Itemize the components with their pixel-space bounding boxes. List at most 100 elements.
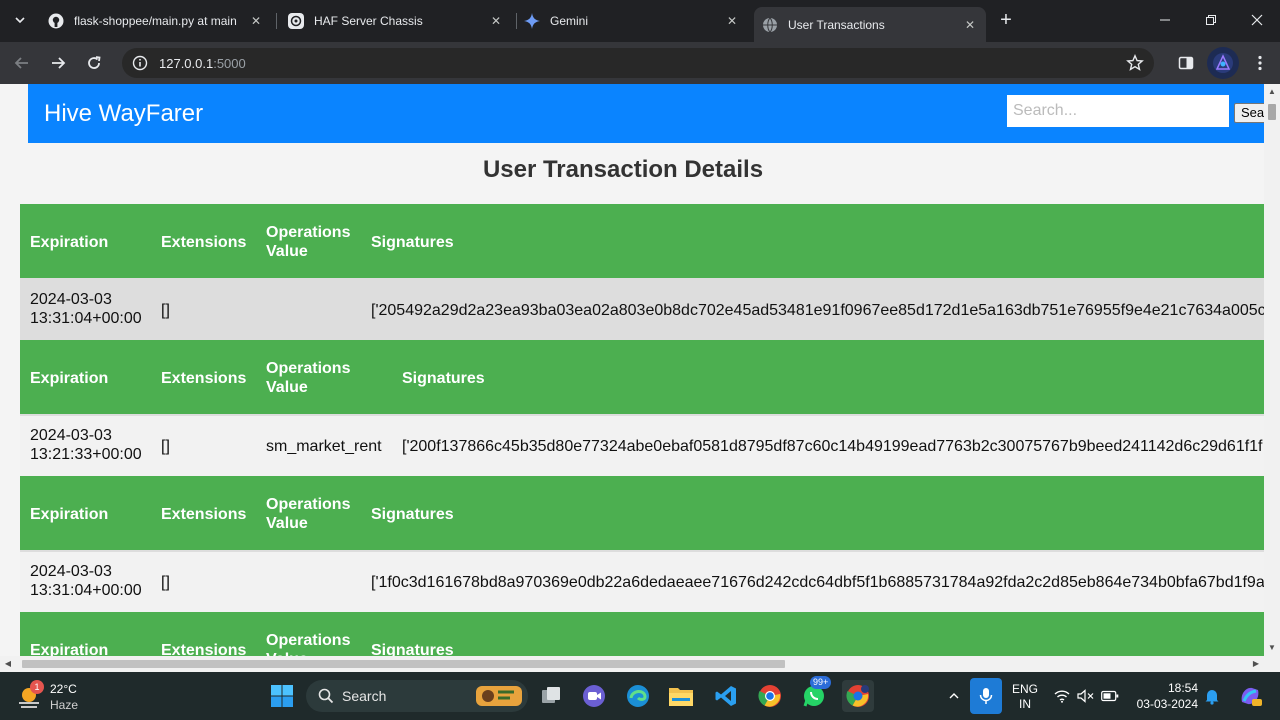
reload-icon <box>88 56 101 69</box>
address-bar[interactable]: 127.0.0.1:5000 <box>122 48 1154 78</box>
avatar-icon <box>1213 53 1233 73</box>
search-input[interactable] <box>1007 95 1229 127</box>
close-icon[interactable]: ✕ <box>248 13 264 29</box>
profile-avatar[interactable] <box>1207 47 1239 79</box>
taskbar-app-teams[interactable] <box>578 680 610 712</box>
reload-button[interactable] <box>80 49 108 77</box>
menu-button[interactable] <box>1246 49 1274 77</box>
chatgpt-icon <box>288 13 304 29</box>
restore-button[interactable] <box>1188 0 1234 40</box>
tab-strip: flask-shoppee/main.py at main ✕ HAF Serv… <box>0 0 1280 42</box>
tab-title: User Transactions <box>788 17 885 32</box>
table-row: 2024-03-03 13:31:04+00:00 [] ['1f0c3d161… <box>20 552 1264 612</box>
close-window-button[interactable] <box>1234 0 1280 40</box>
tab-haf-server[interactable]: HAF Server Chassis ✕ <box>280 7 512 35</box>
github-icon <box>48 13 64 29</box>
scroll-left-arrow-icon[interactable]: ◀ <box>4 660 12 668</box>
search-label: Search <box>342 688 387 704</box>
table-header-row: Expiration Extensions Operations Value S… <box>20 476 1264 552</box>
header-operations-value: Value <box>266 379 308 396</box>
header-expiration: Expiration <box>30 234 109 251</box>
browser-toolbar: 127.0.0.1:5000 <box>0 42 1280 84</box>
close-icon[interactable]: ✕ <box>962 17 978 33</box>
search-highlight-icon <box>476 686 522 706</box>
battery-icon <box>1101 690 1119 702</box>
tab-search-button[interactable] <box>8 8 32 32</box>
copilot-button[interactable] <box>1234 680 1266 712</box>
weather-temperature: 22°C <box>50 682 77 696</box>
header-expiration: Expiration <box>30 370 109 387</box>
notifications-button[interactable] <box>1196 680 1228 712</box>
edge-icon <box>627 685 649 707</box>
url-text: 127.0.0.1:5000 <box>159 56 246 71</box>
microphone-button[interactable] <box>970 678 1002 714</box>
show-hidden-icons-button[interactable] <box>938 680 970 712</box>
cell-expiration-date: 2024-03-03 <box>30 563 112 580</box>
meet-video-icon <box>583 685 605 707</box>
horizontal-scrollbar[interactable]: ◀ ▶ <box>0 656 1280 672</box>
wifi-icon <box>1054 690 1070 703</box>
globe-icon <box>762 17 778 33</box>
language-indicator[interactable]: ENG IN <box>1012 682 1038 712</box>
taskbar-app-file-explorer[interactable] <box>665 680 697 712</box>
taskbar-app-edge[interactable] <box>622 680 654 712</box>
battery-status[interactable] <box>1094 680 1126 712</box>
taskbar-app-chrome-active[interactable] <box>842 680 874 712</box>
notification-badge: 1 <box>30 680 44 694</box>
minimize-button[interactable] <box>1142 0 1188 40</box>
cell-expiration-time: 13:31:04+00:00 <box>30 582 142 599</box>
vertical-scroll-thumb[interactable] <box>1268 104 1276 120</box>
taskbar-search[interactable]: Search <box>306 680 528 712</box>
tab-divider <box>276 13 277 29</box>
start-button[interactable] <box>266 680 298 712</box>
scroll-down-arrow-icon[interactable]: ▼ <box>1268 644 1276 652</box>
taskbar-app-whatsapp[interactable]: 99+ <box>798 676 832 712</box>
cell-signatures: ['200f137866c45b35d80e77324abe0ebaf0581d… <box>402 438 1263 455</box>
transaction-table: Expiration Extensions Operations Value S… <box>20 204 1264 340</box>
windows-logo-icon <box>271 685 293 707</box>
language-code: ENG <box>1012 682 1039 696</box>
info-icon[interactable] <box>131 54 149 72</box>
search-button[interactable]: Search <box>1234 103 1264 123</box>
vertical-scrollbar[interactable]: ▲ ▼ <box>1264 84 1280 656</box>
url-port: :5000 <box>213 55 246 71</box>
header-operations: Operations <box>266 496 351 513</box>
bookmark-star-icon[interactable] <box>1126 54 1144 72</box>
cell-extensions: [] <box>161 574 170 591</box>
site-brand[interactable]: Hive WayFarer <box>44 100 203 128</box>
scroll-up-arrow-icon[interactable]: ▲ <box>1268 88 1276 96</box>
restore-icon <box>1206 15 1216 25</box>
header-extensions: Extensions <box>161 642 247 656</box>
cell-extensions: [] <box>161 438 170 455</box>
header-operations: Operations <box>266 632 351 649</box>
scroll-right-arrow-icon[interactable]: ▶ <box>1252 660 1260 668</box>
tab-user-transactions[interactable]: User Transactions ✕ <box>754 7 986 42</box>
arrow-left-icon <box>14 57 28 69</box>
forward-button[interactable] <box>44 49 72 77</box>
cell-operations-value: sm_market_rent <box>266 438 382 455</box>
close-icon[interactable]: ✕ <box>724 13 740 29</box>
tab-gemini[interactable]: Gemini ✕ <box>516 7 748 35</box>
new-tab-button[interactable]: + <box>996 8 1016 31</box>
tab-github[interactable]: flask-shoppee/main.py at main ✕ <box>40 7 272 35</box>
task-view-button[interactable] <box>535 680 567 712</box>
weather-widget[interactable]: 1 22°C Haze <box>16 680 106 712</box>
header-operations-value: Value <box>266 243 308 260</box>
chevron-up-icon <box>949 693 959 699</box>
taskbar-app-chrome[interactable] <box>754 680 786 712</box>
taskbar-app-vscode[interactable] <box>710 680 742 712</box>
cell-signatures: ['205492a29d2a23ea93ba03ea02a803e0b8dc70… <box>371 302 1264 319</box>
chrome-profile-icon <box>846 685 869 707</box>
plus-icon: + <box>1000 8 1012 31</box>
back-button[interactable] <box>8 49 36 77</box>
table-header-row: Expiration Extensions Operations Value S… <box>20 204 1264 280</box>
horizontal-scroll-thumb[interactable] <box>22 660 785 668</box>
header-operations: Operations <box>266 224 351 241</box>
system-clock[interactable]: 18:54 03-03-2024 <box>1134 680 1198 712</box>
bell-icon <box>1205 690 1219 705</box>
close-icon[interactable]: ✕ <box>488 13 504 29</box>
tab-title: HAF Server Chassis <box>314 14 423 28</box>
region-code: IN <box>1019 697 1031 711</box>
side-panel-button[interactable] <box>1172 49 1200 77</box>
close-icon <box>1251 14 1263 26</box>
